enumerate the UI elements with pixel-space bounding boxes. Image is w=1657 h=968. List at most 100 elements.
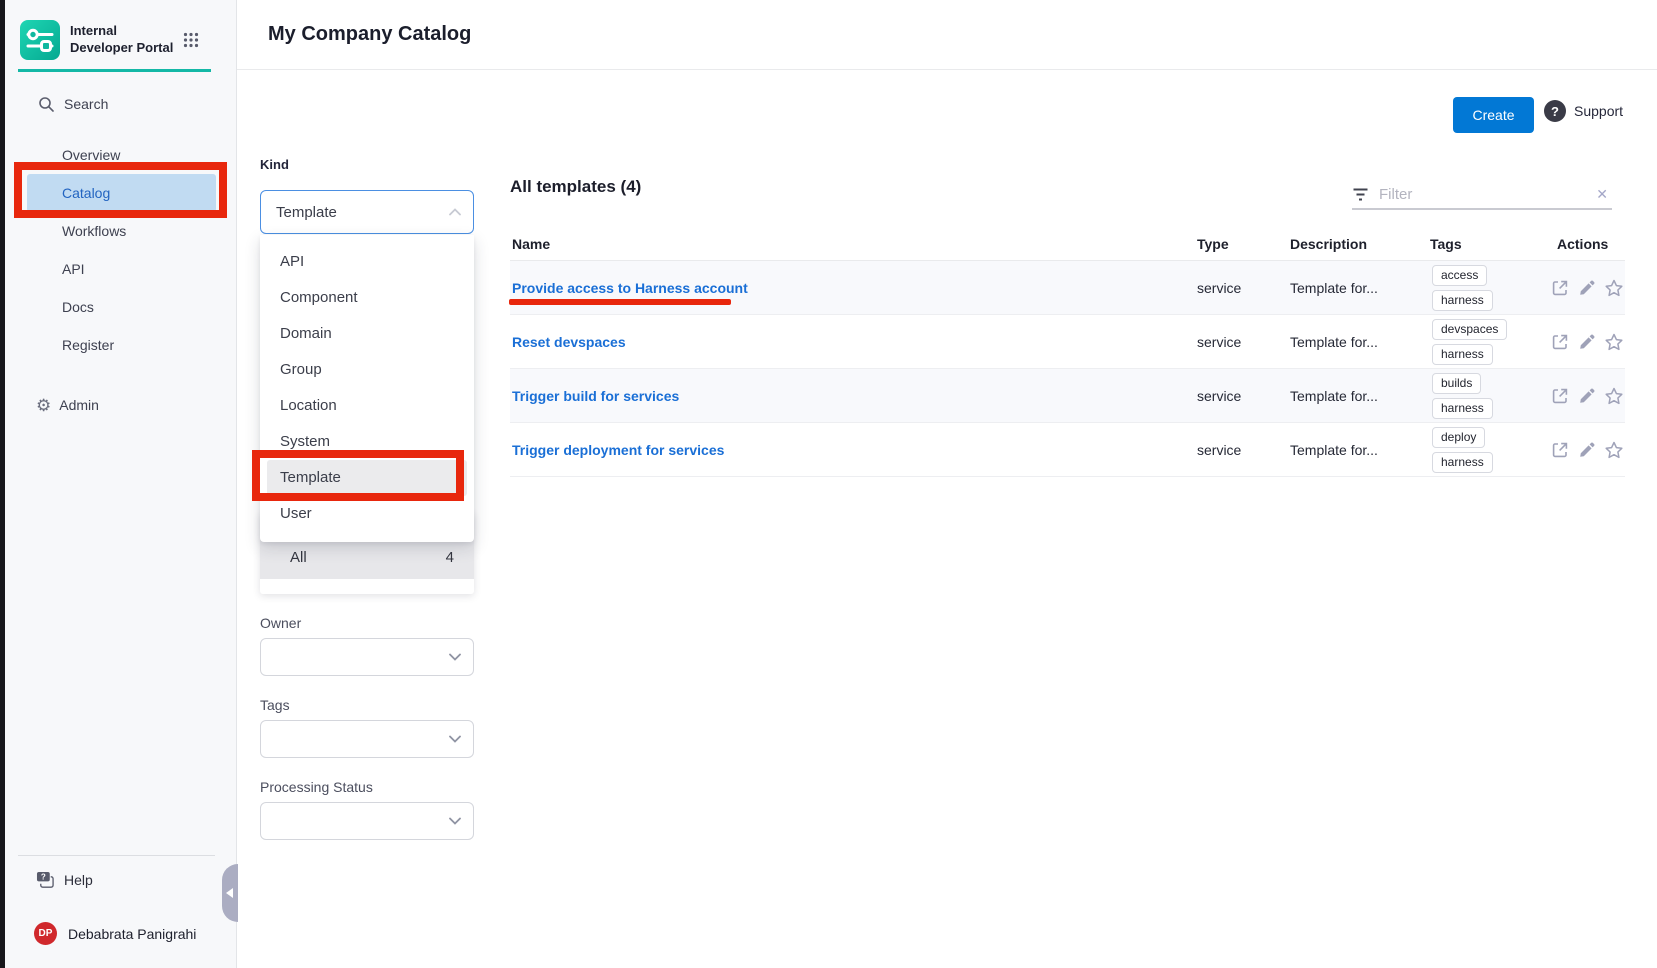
table-row: Trigger deployment for services service … xyxy=(510,423,1625,477)
sidebar-item-search[interactable]: Search xyxy=(38,96,108,112)
tag-chip[interactable]: harness xyxy=(1432,344,1493,365)
column-header-description[interactable]: Description xyxy=(1290,236,1367,252)
edit-pencil-icon[interactable] xyxy=(1577,278,1597,298)
idp-logo-icon xyxy=(20,20,60,60)
column-header-tags[interactable]: Tags xyxy=(1430,236,1462,252)
description-cell: Template for... xyxy=(1290,280,1378,296)
sidebar-nav: Overview Catalog Workflows API Docs Regi… xyxy=(5,136,236,364)
brand-title: Internal Developer Portal xyxy=(70,23,182,57)
sidebar-item-register[interactable]: Register xyxy=(5,326,236,364)
open-in-new-icon[interactable] xyxy=(1550,440,1570,460)
star-icon[interactable] xyxy=(1604,440,1624,460)
star-icon[interactable] xyxy=(1604,386,1624,406)
edit-pencil-icon[interactable] xyxy=(1577,440,1597,460)
template-link[interactable]: Trigger build for services xyxy=(512,388,679,404)
processing-status-select[interactable] xyxy=(260,802,474,840)
description-cell: Template for... xyxy=(1290,388,1378,404)
actions-cell xyxy=(1550,278,1624,298)
create-button[interactable]: Create xyxy=(1453,97,1534,133)
tags-select[interactable] xyxy=(260,720,474,758)
sidebar-item-admin[interactable]: ⚙ Admin xyxy=(36,386,99,424)
kind-select[interactable]: Template xyxy=(260,190,474,234)
admin-label: Admin xyxy=(59,397,99,413)
template-link[interactable]: Reset devspaces xyxy=(512,334,626,350)
table-row: Trigger build for services service Templ… xyxy=(510,369,1625,423)
sidebar-item-catalog[interactable]: Catalog xyxy=(27,174,216,212)
type-cell: service xyxy=(1197,334,1241,350)
tag-chip[interactable]: deploy xyxy=(1432,427,1485,448)
sidebar: Internal Developer Portal Search Overvie… xyxy=(5,0,237,968)
template-link[interactable]: Trigger deployment for services xyxy=(512,442,724,458)
page-header: My Company Catalog xyxy=(237,0,1657,70)
kind-option-location[interactable]: Location xyxy=(260,388,474,424)
nav-label: Register xyxy=(62,337,114,353)
kind-option-domain[interactable]: Domain xyxy=(260,316,474,352)
open-in-new-icon[interactable] xyxy=(1550,386,1570,406)
table-body: Provide access to Harness account servic… xyxy=(510,261,1625,477)
brand-divider xyxy=(18,69,211,72)
nav-label: Catalog xyxy=(62,185,110,201)
tags-filter-label: Tags xyxy=(260,697,290,713)
question-icon: ? xyxy=(1544,100,1566,122)
kind-option-user[interactable]: User xyxy=(260,496,474,532)
template-link[interactable]: Provide access to Harness account xyxy=(512,280,748,296)
chevron-down-icon xyxy=(449,817,461,825)
gear-icon: ⚙ xyxy=(36,397,51,414)
sidebar-item-api[interactable]: API xyxy=(5,250,236,288)
chevron-down-icon xyxy=(449,653,461,661)
help-chat-icon: ? xyxy=(36,871,55,889)
help-label: Help xyxy=(64,872,93,888)
user-profile[interactable]: DP Debabrata Panigrahi xyxy=(34,922,196,945)
tag-chip[interactable]: builds xyxy=(1432,373,1481,394)
tags-cell: deploy harness xyxy=(1432,427,1493,473)
nav-label: Workflows xyxy=(62,223,126,239)
chevron-up-icon xyxy=(449,208,461,216)
column-header-name[interactable]: Name xyxy=(512,236,550,252)
all-label: All xyxy=(290,549,307,566)
tags-cell: builds harness xyxy=(1432,373,1493,419)
nav-label: Overview xyxy=(62,147,120,163)
table-header-row: Name Type Description Tags Actions xyxy=(510,236,1625,261)
star-icon[interactable] xyxy=(1604,332,1624,352)
processing-status-filter-label: Processing Status xyxy=(260,779,373,795)
sidebar-item-workflows[interactable]: Workflows xyxy=(5,212,236,250)
support-label: Support xyxy=(1574,103,1623,119)
table-row: Reset devspaces service Template for... … xyxy=(510,315,1625,369)
filter-input[interactable] xyxy=(1379,186,1569,203)
kind-option-api[interactable]: API xyxy=(260,244,474,280)
kind-option-group[interactable]: Group xyxy=(260,352,474,388)
open-in-new-icon[interactable] xyxy=(1550,278,1570,298)
search-label: Search xyxy=(64,96,108,112)
sidebar-item-overview[interactable]: Overview xyxy=(5,136,236,174)
sidebar-item-docs[interactable]: Docs xyxy=(5,288,236,326)
support-button[interactable]: ? Support xyxy=(1544,100,1623,122)
tag-chip[interactable]: harness xyxy=(1432,452,1493,473)
search-icon xyxy=(38,96,54,112)
page-title: My Company Catalog xyxy=(268,23,471,46)
brand-logo[interactable]: Internal Developer Portal xyxy=(20,20,182,60)
tag-chip[interactable]: harness xyxy=(1432,290,1493,311)
column-header-type[interactable]: Type xyxy=(1197,236,1229,252)
owner-select[interactable] xyxy=(260,638,474,676)
sidebar-item-help[interactable]: ? Help xyxy=(36,871,93,889)
kind-filter-label: Kind xyxy=(260,157,289,172)
app-grid-icon[interactable] xyxy=(183,32,199,48)
edit-pencil-icon[interactable] xyxy=(1577,386,1597,406)
kind-option-component[interactable]: Component xyxy=(260,280,474,316)
kind-option-system[interactable]: System xyxy=(260,424,474,460)
table-row: Provide access to Harness account servic… xyxy=(510,261,1625,315)
tag-chip[interactable]: devspaces xyxy=(1432,319,1507,340)
tag-chip[interactable]: access xyxy=(1432,265,1487,286)
tag-chip[interactable]: harness xyxy=(1432,398,1493,419)
clear-filter-icon[interactable]: ✕ xyxy=(1592,186,1612,203)
nav-label: Docs xyxy=(62,299,94,315)
sidebar-collapse-handle[interactable] xyxy=(222,864,238,922)
sidebar-bottom-divider xyxy=(18,855,215,856)
star-icon[interactable] xyxy=(1604,278,1624,298)
edit-pencil-icon[interactable] xyxy=(1577,332,1597,352)
kind-option-template[interactable]: Template xyxy=(267,460,467,496)
table-filter: ✕ xyxy=(1352,180,1612,210)
open-in-new-icon[interactable] xyxy=(1550,332,1570,352)
type-cell: service xyxy=(1197,280,1241,296)
actions-cell xyxy=(1550,440,1624,460)
